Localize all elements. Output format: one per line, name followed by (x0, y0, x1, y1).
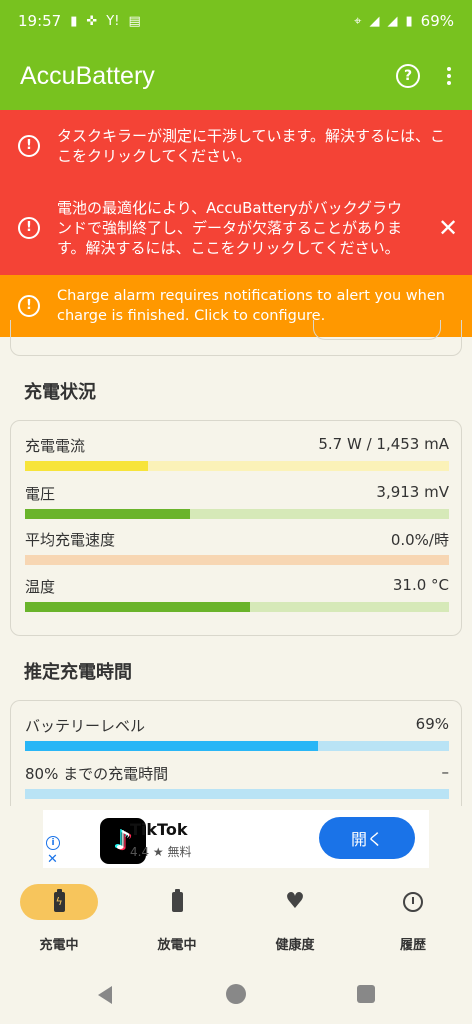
stat-bar (25, 509, 449, 519)
ad-price: 無料 (167, 845, 192, 859)
close-icon[interactable]: ✕ (424, 216, 472, 240)
stat-value: 69% (415, 715, 449, 733)
news-icon: ▤ (128, 13, 141, 29)
stat-label: 80% までの充電時間 (25, 765, 169, 783)
stat-bar-fill (25, 461, 148, 471)
nav-icon-wrap (374, 884, 452, 920)
charging-status-title: 充電状況 (24, 382, 96, 403)
alert-icon: ! (18, 295, 40, 317)
location-icon: ⌖ (354, 13, 362, 29)
ad-info-icon[interactable]: i (46, 836, 60, 850)
estimated-time-title: 推定充電時間 (24, 662, 132, 683)
stat-label: 電圧 (25, 485, 56, 503)
battery-icon: ▮ (405, 13, 413, 29)
stat-row: 80% までの充電時間 – (25, 763, 449, 784)
back-icon[interactable] (98, 986, 112, 1004)
estimated-time-card: バッテリーレベル 69% 80% までの充電時間 – (10, 700, 462, 820)
stat-label: 温度 (25, 578, 56, 596)
nav-item-charging[interactable]: ϟ 充電中 (0, 884, 118, 964)
battery-percent: 69% (420, 12, 454, 30)
stat-row: 充電電流 5.7 W / 1,453 mA (25, 435, 449, 456)
nav-label: 放電中 (157, 938, 197, 953)
stat-value: 0.0%/時 (390, 531, 449, 549)
charging-status-card: 充電電流 5.7 W / 1,453 mA 電圧 3,913 mV 平均充電速度… (10, 420, 462, 636)
system-nav-bar (0, 966, 472, 1024)
yahoo-icon: Y! (106, 13, 120, 29)
partial-card (10, 320, 462, 356)
stat-row: 平均充電速度 0.0%/時 (25, 529, 449, 550)
stat-value: 5.7 W / 1,453 mA (318, 435, 449, 453)
alert-icon: ! (18, 134, 40, 157)
alert-icon: ! (18, 217, 40, 239)
ad-content[interactable]: i ✕ ♪ TikTok 4.4 ★ 無料 開く (43, 810, 429, 868)
stat-bar-fill (25, 741, 318, 751)
task-killer-banner[interactable]: ! タスクキラーが測定に干渉しています。解決するには、ここをクリックしてください… (0, 110, 472, 181)
recents-icon[interactable] (357, 985, 375, 1003)
stat-bar (25, 555, 449, 565)
battery-charging-icon: ▮ (70, 13, 78, 29)
nav-item-history[interactable]: 履歴 (354, 884, 472, 964)
stat-bar (25, 741, 449, 751)
nav-active-indicator: ϟ (20, 884, 98, 920)
battery-optimization-banner[interactable]: ! 電池の最適化により、AccuBatteryがバックグラウンドで強制終了し、デ… (0, 181, 472, 275)
banner-text: タスクキラーが測定に干渉しています。解決するには、ここをクリックしてください。 (57, 126, 446, 165)
ad-rating: 4.4 ★ 無料 (130, 843, 192, 860)
stat-bar (25, 602, 449, 612)
stat-row: 温度 31.0 °C (25, 576, 449, 597)
charging-icon: ϟ (53, 889, 65, 912)
nav-item-discharging[interactable]: 放電中 (118, 884, 236, 964)
stat-label: バッテリーレベル (25, 717, 146, 735)
stat-bar-fill (25, 602, 250, 612)
nav-icon-wrap (138, 884, 216, 920)
ad-banner: i ✕ ♪ TikTok 4.4 ★ 無料 開く (0, 806, 472, 872)
heart-icon: ♥ (285, 889, 305, 914)
help-icon[interactable]: ? (396, 64, 420, 88)
discharging-icon (171, 889, 183, 912)
stat-label: 平均充電速度 (25, 531, 116, 549)
wifi-icon: ◢ (369, 13, 380, 29)
stat-value: – (441, 763, 450, 781)
ad-app-name: TikTok (130, 820, 188, 839)
stat-value: 31.0 °C (392, 576, 449, 594)
stat-value: 3,913 mV (376, 483, 449, 501)
history-icon (403, 892, 423, 912)
sync-icon: ✜ (86, 13, 98, 29)
home-icon[interactable] (226, 984, 246, 1004)
app-bar: AccuBattery ? (0, 42, 472, 110)
bottom-nav: ϟ 充電中 放電中 ♥ 健康度 履歴 (0, 872, 472, 966)
banner-text: 電池の最適化により、AccuBatteryがバックグラウンドで強制終了し、データ… (57, 199, 403, 257)
more-vert-icon[interactable] (446, 67, 452, 85)
app-title: AccuBattery (20, 61, 155, 90)
nav-item-health[interactable]: ♥ 健康度 (236, 884, 354, 964)
ad-rating-value: 4.4 ★ (130, 845, 164, 859)
signal-icon: ◢ (387, 13, 398, 29)
stat-label: 充電電流 (25, 437, 86, 455)
nav-label: 健康度 (275, 938, 315, 953)
stat-row: 電圧 3,913 mV (25, 483, 449, 504)
status-bar: 19:57 ▮ ✜ Y! ▤ ⌖ ◢ ◢ ▮ 69% (0, 0, 472, 42)
ad-open-button[interactable]: 開く (319, 817, 415, 859)
nav-label: 履歴 (399, 938, 426, 953)
stat-bar (25, 789, 449, 799)
stat-row: バッテリーレベル 69% (25, 715, 449, 736)
nav-icon-wrap: ♥ (256, 884, 334, 920)
status-time: 19:57 (18, 12, 62, 30)
ad-close-icon[interactable]: ✕ (47, 852, 58, 867)
stat-bar (25, 461, 449, 471)
partial-button[interactable] (313, 320, 441, 340)
stat-bar-fill (25, 509, 191, 519)
nav-label: 充電中 (39, 938, 79, 953)
